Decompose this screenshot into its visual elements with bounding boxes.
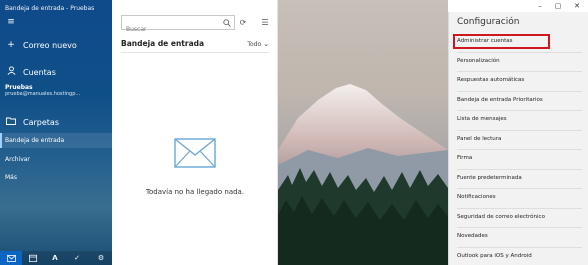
window-title: Bandeja de entrada - Pruebas [5, 5, 95, 12]
folder-more-label: Más [5, 174, 17, 181]
minimize-button[interactable]: – [533, 2, 547, 10]
account-name: Pruebas [5, 84, 33, 91]
select-mode-button[interactable]: ☰ [258, 16, 272, 29]
settings-item[interactable]: Personalización [457, 58, 500, 64]
search-box[interactable] [121, 15, 235, 36]
filter-label: Todo [247, 41, 262, 48]
mail-icon [6, 254, 16, 262]
settings-item[interactable]: Seguridad de correo electrónico [457, 214, 545, 220]
settings-divider [457, 188, 582, 190]
folder-archive[interactable]: Archivar [0, 154, 112, 166]
search-input[interactable] [122, 23, 234, 36]
settings-item[interactable]: Bandeja de entrada Prioritarios [457, 97, 543, 103]
settings-divider [457, 149, 582, 151]
empty-state-message: Todavía no ha llegado nada. [145, 188, 245, 196]
search-button[interactable] [220, 16, 234, 29]
person-icon [5, 66, 17, 78]
folder-more[interactable]: Más [0, 172, 112, 184]
account-email: prueba@manuales.hostingp... [5, 91, 81, 97]
settings-item[interactable]: Panel de lectura [457, 136, 501, 142]
settings-divider [457, 71, 582, 73]
settings-divider [457, 90, 582, 92]
message-list-pane: ⟳ ☰ Bandeja de entrada Todo ⌄ Todavía no… [112, 0, 278, 265]
new-mail-button[interactable]: + Correo nuevo [0, 38, 112, 52]
people-button[interactable]: 𝗔 [44, 251, 66, 265]
mail-button[interactable] [0, 251, 22, 265]
accounts-header[interactable]: Cuentas [0, 65, 112, 79]
maximize-button[interactable]: ▢ [551, 2, 565, 10]
settings-item[interactable]: Novedades [457, 233, 488, 239]
settings-icon: ⚙ [97, 254, 105, 262]
envelope-icon [174, 138, 216, 168]
folder-inbox-label: Bandeja de entrada [5, 137, 65, 144]
background-image [278, 0, 448, 265]
settings-item[interactable]: Fuente predeterminada [457, 175, 522, 181]
plus-icon: + [7, 40, 15, 50]
people-icon: 𝗔 [52, 254, 58, 262]
search-icon [223, 18, 231, 27]
sync-icon: ⟳ [239, 18, 247, 27]
folders-header[interactable]: Carpetas [0, 115, 112, 129]
todo-icon: ✓ [74, 254, 80, 262]
close-icon: ✕ [574, 2, 580, 10]
folder-inbox[interactable]: Bandeja de entrada [0, 133, 112, 148]
maximize-icon: ▢ [554, 2, 562, 10]
settings-item[interactable]: Notificaciones [457, 194, 496, 200]
settings-item[interactable]: Firma [457, 155, 472, 161]
account-item[interactable]: Pruebas prueba@manuales.hostingp... [0, 84, 112, 97]
calendar-button[interactable] [22, 251, 44, 265]
settings-divider [457, 51, 582, 53]
settings-divider [457, 168, 582, 170]
settings-pane: Configuración Administrar cuentas Persona… [448, 12, 588, 265]
hamburger-icon: ≡ [7, 17, 15, 27]
sync-button[interactable]: ⟳ [236, 16, 250, 29]
settings-divider [457, 129, 582, 131]
settings-divider [457, 227, 582, 229]
folders-label: Carpetas [23, 117, 59, 127]
filter-list-icon: ☰ [261, 18, 269, 27]
settings-item[interactable]: Administrar cuentas [457, 38, 513, 44]
calendar-icon [29, 254, 37, 262]
filter-dropdown[interactable]: Todo ⌄ [247, 40, 269, 48]
settings-divider [457, 246, 582, 248]
chevron-down-icon: ⌄ [263, 40, 269, 48]
close-button[interactable]: ✕ [570, 2, 584, 10]
todo-button[interactable]: ✓ [66, 251, 88, 265]
settings-button[interactable]: ⚙ [90, 251, 112, 265]
folder-icon [5, 117, 17, 128]
minimize-icon: – [538, 2, 542, 10]
app-switcher-bar: 𝗔 ✓ ⚙ [0, 251, 112, 265]
folder-archive-label: Archivar [5, 156, 30, 163]
accounts-label: Cuentas [23, 67, 56, 77]
list-title: Bandeja de entrada [121, 39, 205, 48]
new-mail-label: Correo nuevo [23, 40, 77, 50]
settings-divider [457, 110, 582, 112]
list-divider [121, 52, 269, 53]
settings-item[interactable]: Respuestas automáticas [457, 77, 524, 83]
settings-item[interactable]: Lista de mensajes [457, 116, 507, 122]
settings-divider [457, 207, 582, 209]
navigation-pane: Bandeja de entrada - Pruebas ≡ + Correo … [0, 0, 112, 265]
settings-item[interactable]: Outlook para iOS y Android [457, 253, 532, 259]
settings-title: Configuración [457, 17, 520, 27]
hamburger-button[interactable]: ≡ [0, 16, 112, 28]
